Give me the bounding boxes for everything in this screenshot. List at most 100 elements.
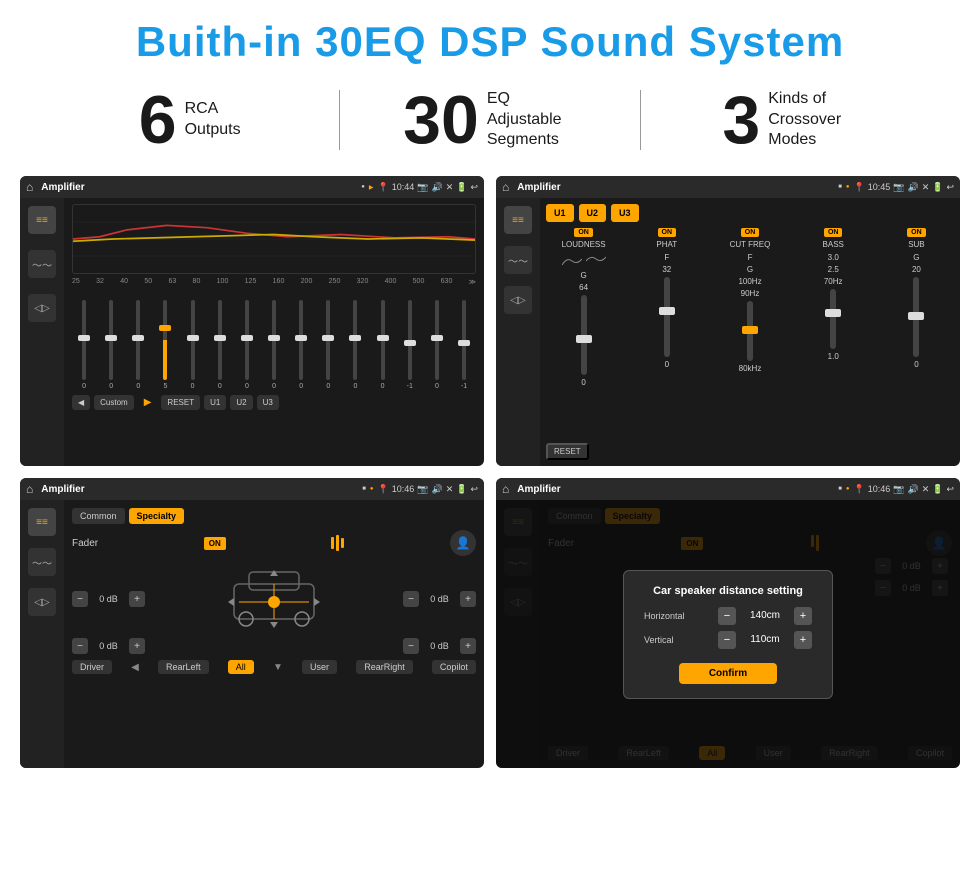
- ch-bass-range: 3.0: [828, 253, 839, 262]
- rl-db-value: 0 dB: [91, 641, 126, 651]
- mixer-wifi-icon: ✕: [922, 182, 930, 193]
- eq-reset-btn[interactable]: RESET: [161, 395, 200, 410]
- eq-volume-icon: 🔊: [431, 182, 442, 193]
- stat-number-rca: 6: [139, 86, 177, 154]
- stat-text-eq: EQ AdjustableSegments: [487, 89, 577, 151]
- mixer-status-icons: 📍 10:45 📷 🔊 ✕ 🔋 ↩: [854, 182, 955, 193]
- confirm-button[interactable]: Confirm: [679, 663, 777, 684]
- eq-slider-7: 0: [262, 300, 286, 390]
- stat-number-eq: 30: [403, 86, 479, 154]
- ch-bass-sub-label: 2.5: [828, 265, 839, 274]
- vertical-minus-btn[interactable]: −: [718, 631, 736, 649]
- ch-loudness-range: 64: [579, 283, 588, 292]
- eq-u1-btn[interactable]: U1: [204, 395, 226, 410]
- ch-phat-on[interactable]: ON: [658, 228, 677, 237]
- eq-location-icon: 📍: [378, 182, 389, 193]
- mixer-panel-icon-2[interactable]: 〜〜: [504, 246, 532, 274]
- dialog-vertical-control: − 110cm +: [718, 631, 812, 649]
- dialog-dot1: ■: [838, 486, 842, 492]
- fader-status-bar: ⌂ Amplifier ■ ● 📍 10:46 📷 🔊 ✕ 🔋 ↩: [20, 478, 484, 500]
- left-arrow-icon[interactable]: ◀: [131, 662, 139, 673]
- dialog-status-bar: ⌂ Amplifier ■ ● 📍 10:46 📷 🔊 ✕ 🔋 ↩: [496, 478, 960, 500]
- ch-sub-g-label: G: [913, 253, 919, 262]
- copilot-btn[interactable]: Copilot: [432, 660, 476, 674]
- preset-u2[interactable]: U2: [579, 204, 607, 222]
- mixer-location-icon: 📍: [854, 182, 865, 193]
- rearleft-btn[interactable]: RearLeft: [158, 660, 209, 674]
- eq-panel-icon-2[interactable]: 〜〜: [28, 250, 56, 278]
- fader-panel-icon-3[interactable]: ◁▷: [28, 588, 56, 616]
- eq-slider-9: 0: [316, 300, 340, 390]
- fr-minus-btn[interactable]: −: [403, 591, 419, 607]
- fader-camera-icon: 📷: [417, 484, 428, 495]
- eq-custom-btn[interactable]: Custom: [94, 395, 134, 410]
- eq-panel-icon-3[interactable]: ◁▷: [28, 294, 56, 322]
- eq-dot1: ●: [361, 184, 365, 190]
- ch-bass-on[interactable]: ON: [824, 228, 843, 237]
- mixer-dot2: ●: [846, 184, 850, 190]
- dialog-screen: ⌂ Amplifier ■ ● 📍 10:46 📷 🔊 ✕ 🔋 ↩ ≡≡ 〜〜 …: [496, 478, 960, 768]
- ch-loudness-on[interactable]: ON: [574, 228, 593, 237]
- mixer-channels-row: ON LOUDNESS G 64 0: [546, 228, 954, 435]
- eq-app-title: Amplifier: [41, 182, 84, 193]
- ch-phat: ON PHAT F 32 0: [629, 228, 704, 369]
- fl-minus-btn[interactable]: −: [72, 591, 88, 607]
- down-arrow-icon[interactable]: ▼: [273, 662, 283, 673]
- ch-bass-freq: 70Hz: [824, 277, 843, 286]
- eq-back-icon: ↩: [470, 182, 478, 193]
- rr-db-value: 0 dB: [422, 641, 457, 651]
- user-btn[interactable]: User: [302, 660, 337, 674]
- mixer-panel-icon-3[interactable]: ◁▷: [504, 286, 532, 314]
- eq-slider-12: -1: [398, 300, 422, 390]
- horizontal-minus-btn[interactable]: −: [718, 607, 736, 625]
- front-left-db: − 0 dB +: [72, 591, 145, 607]
- dialog-app-title: Amplifier: [517, 484, 560, 495]
- fl-plus-btn[interactable]: +: [129, 591, 145, 607]
- fader-on-toggle[interactable]: ON: [204, 537, 226, 550]
- preset-u3[interactable]: U3: [611, 204, 639, 222]
- eq-sliders-area: 0 0 0 5 0 0 0 0 0 0 0 0 -1 0 -1: [72, 290, 476, 390]
- fader-panel-icon-2[interactable]: 〜〜: [28, 548, 56, 576]
- ch-cutfreq: ON CUT FREQ F G 100Hz 90Hz 80kHz: [712, 228, 787, 373]
- eq-slider-2: 0: [126, 300, 150, 390]
- ch-sub-on[interactable]: ON: [907, 228, 926, 237]
- eq-panel-icon-1[interactable]: ≡≡: [28, 206, 56, 234]
- mixer-reset-btn[interactable]: RESET: [546, 443, 589, 460]
- ch-cutfreq-g-label: G: [747, 265, 753, 274]
- fader-panel-icon-1[interactable]: ≡≡: [28, 508, 56, 536]
- rr-minus-btn[interactable]: −: [403, 638, 419, 654]
- rear-left-db: − 0 dB +: [72, 638, 145, 654]
- ch-sub-val: 0: [914, 360, 918, 369]
- dialog-horizontal-control: − 140cm +: [718, 607, 812, 625]
- stat-text-crossover: Kinds ofCrossover Modes: [768, 89, 858, 151]
- ch-phat-slider: [664, 277, 670, 357]
- fr-plus-btn[interactable]: +: [460, 591, 476, 607]
- horizontal-plus-btn[interactable]: +: [794, 607, 812, 625]
- eq-u3-btn[interactable]: U3: [257, 395, 279, 410]
- eq-slider-1: 0: [99, 300, 123, 390]
- rl-minus-btn[interactable]: −: [72, 638, 88, 654]
- ch-loudness-g-label: G: [580, 271, 586, 280]
- page-title: Buith-in 30EQ DSP Sound System: [0, 0, 980, 76]
- ch-phat-range: 32: [662, 265, 671, 274]
- fader-tab-specialty[interactable]: Specialty: [129, 508, 185, 524]
- rr-plus-btn[interactable]: +: [460, 638, 476, 654]
- vertical-plus-btn[interactable]: +: [794, 631, 812, 649]
- eq-play-btn[interactable]: ▶: [138, 394, 158, 411]
- eq-u2-btn[interactable]: U2: [230, 395, 252, 410]
- rl-plus-btn[interactable]: +: [129, 638, 145, 654]
- mixer-home-icon: ⌂: [502, 180, 509, 194]
- dialog-title: Car speaker distance setting: [644, 585, 812, 597]
- preset-u1[interactable]: U1: [546, 204, 574, 222]
- mixer-screen: ⌂ Amplifier ■ ● 📍 10:45 📷 🔊 ✕ 🔋 ↩ ≡≡ 〜〜 …: [496, 176, 960, 466]
- fader-tab-common[interactable]: Common: [72, 508, 125, 524]
- driver-btn[interactable]: Driver: [72, 660, 112, 674]
- stat-number-crossover: 3: [722, 86, 760, 154]
- ch-cutfreq-on[interactable]: ON: [741, 228, 760, 237]
- all-btn[interactable]: All: [228, 660, 254, 674]
- stat-rca: 6 RCAOutputs: [60, 86, 319, 154]
- mixer-panel-icon-1[interactable]: ≡≡: [504, 206, 532, 234]
- eq-graph: [72, 204, 476, 274]
- eq-prev-btn[interactable]: ◀: [72, 395, 90, 410]
- rearright-btn[interactable]: RearRight: [356, 660, 413, 674]
